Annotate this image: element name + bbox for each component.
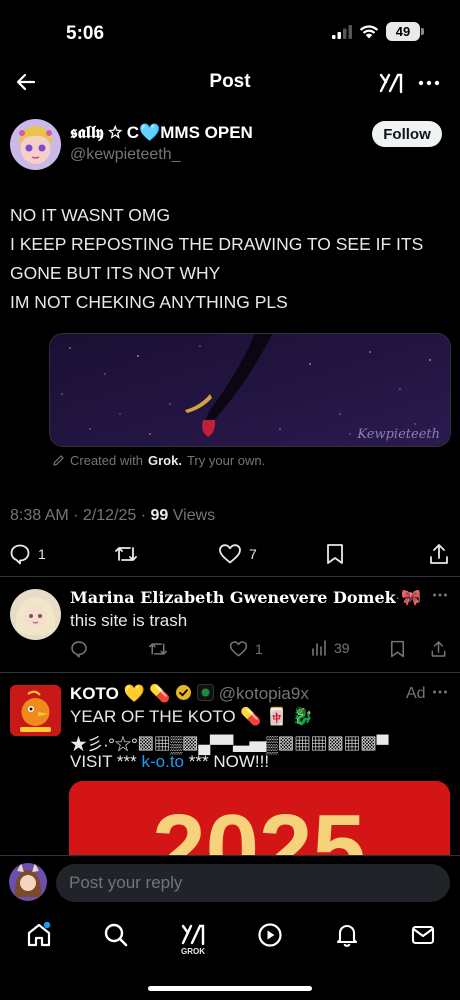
status-icons: 49 xyxy=(332,22,424,41)
author-handle[interactable]: @kewpieteeth_ xyxy=(70,146,181,164)
author-avatar[interactable] xyxy=(10,119,61,170)
ad-more-button[interactable] xyxy=(432,684,448,700)
tab-grok[interactable] xyxy=(180,922,206,946)
heart-icon xyxy=(219,544,241,564)
envelope-icon xyxy=(411,925,435,945)
repost-icon xyxy=(149,643,167,655)
reply-repost-action[interactable] xyxy=(148,640,168,658)
divider xyxy=(0,672,460,673)
reply-more-button[interactable] xyxy=(432,587,448,603)
more-horizontal-icon xyxy=(418,80,440,86)
ad-link[interactable]: k-o.to xyxy=(142,752,185,771)
ad-text-line: YEAR OF THE KOTO 💊 🀄 🐉 xyxy=(70,707,314,726)
grok-button[interactable] xyxy=(378,70,404,96)
reply-views-action[interactable]: 39 xyxy=(311,640,350,656)
ad-image-text: 2025 xyxy=(152,795,366,861)
follow-button[interactable]: Follow xyxy=(372,121,442,147)
affiliate-badge-icon xyxy=(197,684,215,701)
ad-author-avatar[interactable] xyxy=(10,685,61,736)
reply-icon xyxy=(71,641,87,658)
ad-label: Ad xyxy=(406,685,426,702)
bookmark-icon xyxy=(327,544,343,564)
reply-author-avatar[interactable] xyxy=(10,589,61,640)
more-horizontal-icon xyxy=(433,593,447,597)
play-circle-icon xyxy=(258,923,282,947)
tweet-text-line: NO IT WASNT OMG xyxy=(10,205,171,225)
tweet-timestamp: 8:38 AM · 2/12/25 · 99 Views xyxy=(10,507,216,524)
ad-author-name[interactable]: KOTO 💛 💊 @kotopia9x xyxy=(70,684,309,704)
reply-reply-action[interactable] xyxy=(70,640,88,658)
tab-search[interactable] xyxy=(103,922,129,948)
wifi-icon xyxy=(359,25,379,39)
status-time: 5:06 xyxy=(66,23,105,44)
author-name[interactable]: 𝖘𝖆𝖑𝖑𝖞 ☆ C🩵MMS OPEN xyxy=(70,123,253,143)
more-options-button[interactable] xyxy=(418,72,440,94)
more-horizontal-icon xyxy=(433,690,447,694)
like-action[interactable]: 7 xyxy=(218,543,257,565)
divider xyxy=(0,576,460,577)
analytics-icon xyxy=(312,640,326,656)
grok-attribution[interactable]: Created with Grok. Try your own. xyxy=(52,453,265,468)
heart-icon xyxy=(229,641,248,657)
tweet-text-line: IM NOT CHEKING ANYTHING PLS xyxy=(10,292,288,312)
tweet-text: NO IT WASNT OMG I KEEP REPOSTING THE DRA… xyxy=(10,201,450,317)
grok-icon xyxy=(181,924,205,946)
battery-indicator: 49 xyxy=(386,22,424,41)
home-indicator xyxy=(148,986,312,991)
tab-notifications[interactable] xyxy=(334,922,360,948)
reply-timestamp: · 5h xyxy=(395,589,421,606)
repost-action[interactable] xyxy=(114,543,145,565)
bookmark-action[interactable] xyxy=(326,543,344,565)
share-icon xyxy=(431,641,446,657)
reply-input[interactable] xyxy=(56,864,450,902)
tweet-media-image[interactable]: Kewpieteeth xyxy=(49,333,451,447)
tweet-text-line: I KEEP REPOSTING THE DRAWING TO SEE IF I… xyxy=(10,234,424,254)
repost-icon xyxy=(115,547,137,561)
home-icon xyxy=(27,922,51,947)
reply-author-name[interactable]: Marina Elizabeth Gwenevere Domek 🎀 xyxy=(70,588,421,607)
media-watermark: Kewpieteeth xyxy=(357,427,440,442)
reply-icon xyxy=(10,544,30,565)
bell-icon xyxy=(336,924,358,947)
verified-badge-icon xyxy=(176,685,192,700)
tab-home[interactable] xyxy=(26,922,52,948)
cellular-signal-icon xyxy=(332,24,352,39)
ad-text-line: VISIT *** k-o.to *** NOW!!! xyxy=(70,752,270,771)
share-action[interactable] xyxy=(428,543,450,565)
tweet-text-line: GONE BUT ITS NOT WHY xyxy=(10,263,221,283)
reply-action[interactable]: 1 xyxy=(9,543,46,565)
grok-icon xyxy=(379,73,403,94)
reply-share-action[interactable] xyxy=(430,640,447,658)
tab-grok-label: GROK xyxy=(181,947,205,956)
reply-text: this site is trash xyxy=(70,611,188,630)
pencil-icon xyxy=(53,455,64,466)
reply-bookmark-action[interactable] xyxy=(390,640,405,658)
current-user-avatar[interactable] xyxy=(9,863,47,901)
reply-like-action[interactable]: 1 xyxy=(229,640,263,658)
ad-media-image[interactable]: 2025 xyxy=(69,781,450,861)
search-icon xyxy=(104,923,128,947)
share-icon xyxy=(430,544,448,564)
bookmark-icon xyxy=(390,640,405,658)
tab-messages[interactable] xyxy=(410,922,436,948)
tab-video[interactable] xyxy=(257,922,283,948)
